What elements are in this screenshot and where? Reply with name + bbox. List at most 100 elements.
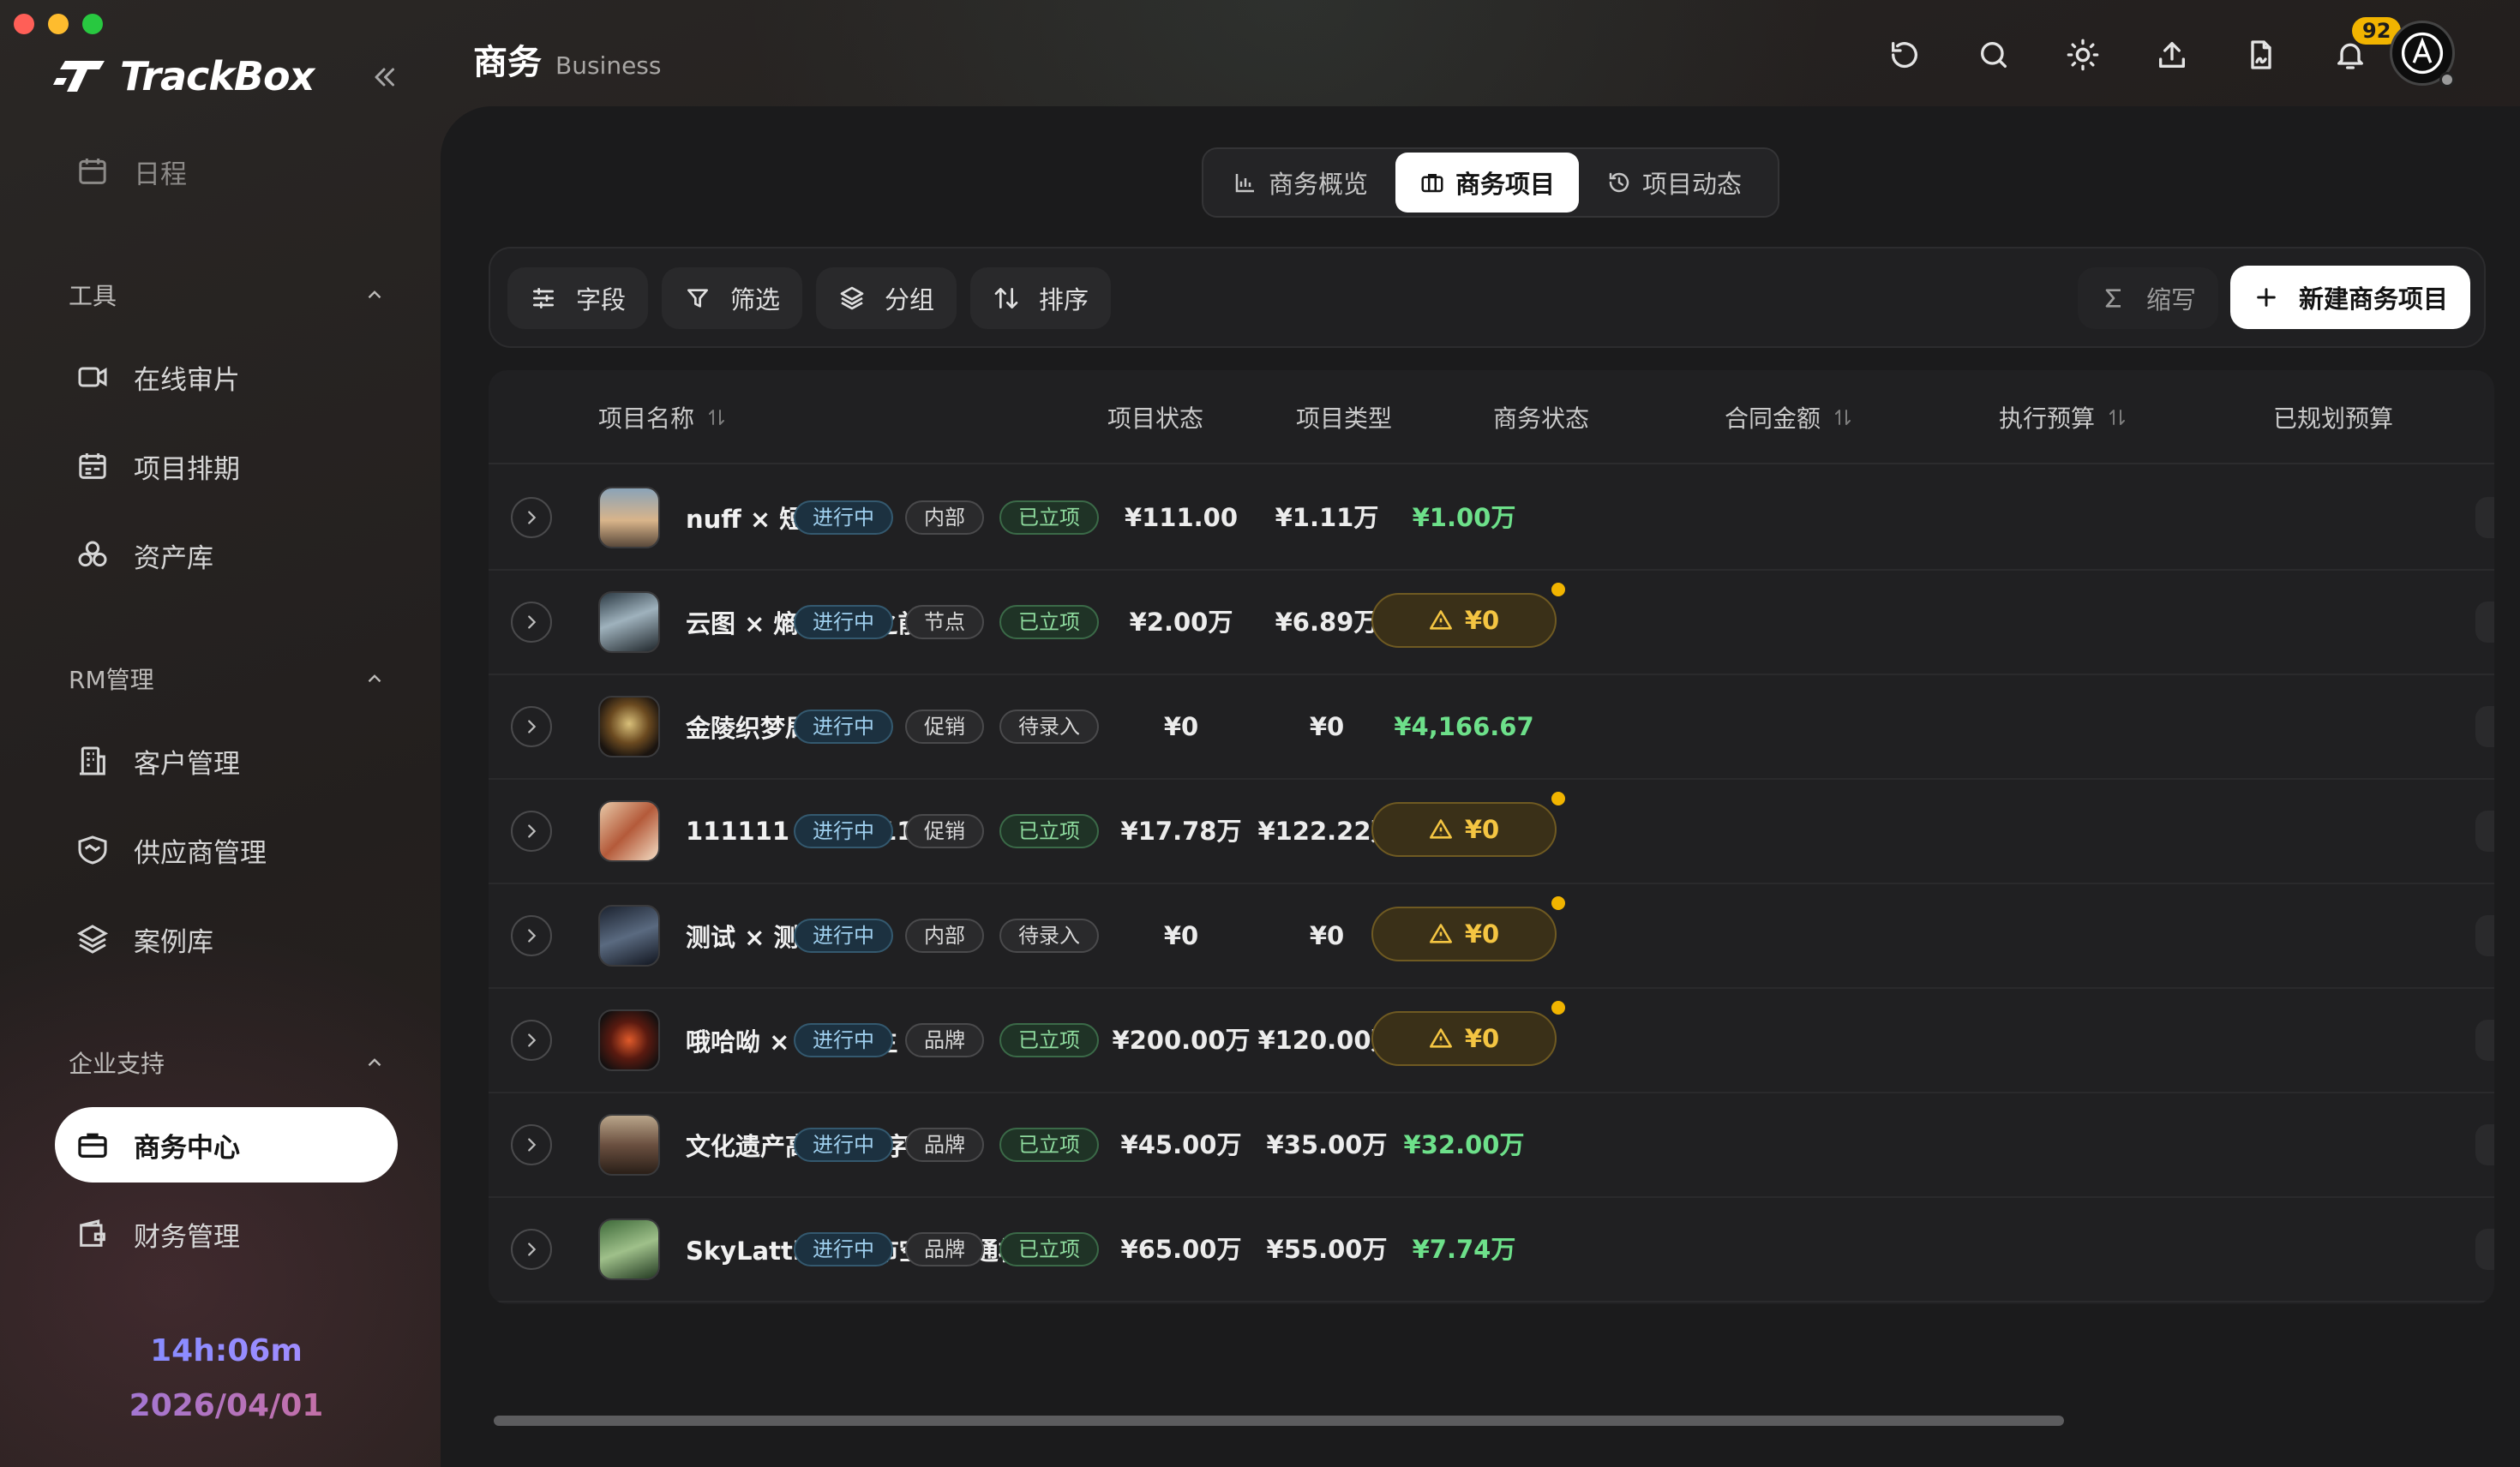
table-row[interactable]: 测试 × 测试 进行中 内部 待录入 ¥0 ¥0 ¥0 xyxy=(489,884,2494,989)
warning-icon xyxy=(1429,1028,1452,1048)
expand-row-button[interactable] xyxy=(511,915,552,956)
document-sign-button[interactable] xyxy=(2217,31,2306,79)
execution-budget: ¥0 xyxy=(1309,712,1345,741)
button-label: 排序 xyxy=(1039,285,1089,314)
expand-row-button[interactable] xyxy=(511,497,552,538)
tab-activity[interactable]: 项目动态 xyxy=(1582,153,1766,213)
type-badge: 促销 xyxy=(905,814,984,848)
type-badge: 品牌 xyxy=(905,1128,984,1162)
maximize-window-button[interactable] xyxy=(82,14,103,34)
planned-budget: ¥0 xyxy=(1464,606,1500,635)
horizontal-scrollbar[interactable] xyxy=(494,1416,2064,1426)
sun-icon xyxy=(2067,39,2099,71)
notifications-button[interactable]: 92 xyxy=(2306,17,2402,79)
main-panel: 商务概览 商务项目 项目动态 字段 筛选 分组 排序 缩写 新建商务项目 项目名… xyxy=(441,106,2520,1467)
planned-budget: ¥32.00万 xyxy=(1403,1130,1525,1159)
refresh-button[interactable] xyxy=(1860,31,1949,79)
minimize-window-button[interactable] xyxy=(48,14,69,34)
collapse-sidebar-icon[interactable] xyxy=(369,62,399,93)
planned-budget-warning[interactable]: ¥0 xyxy=(1371,802,1557,857)
type-badge: 内部 xyxy=(905,500,984,535)
theme-toggle-button[interactable] xyxy=(2038,31,2127,79)
column-label: 商务状态 xyxy=(1493,404,1590,433)
table-row[interactable]: 金陵织梦局 进行中 促销 待录入 ¥0 ¥0 ¥4,166.67 xyxy=(489,675,2494,780)
expand-row-button[interactable] xyxy=(511,1020,552,1061)
sidebar-item-label: 资产库 xyxy=(134,542,213,574)
section-tools-header[interactable]: 工具 xyxy=(69,278,386,312)
sidebar-item-label: 商务中心 xyxy=(134,1132,240,1164)
row-overflow-cell xyxy=(2475,1020,2494,1061)
group-button[interactable]: 分组 xyxy=(816,267,957,329)
project-name[interactable]: 金陵织梦局 xyxy=(686,675,810,778)
project-thumbnail xyxy=(598,487,660,548)
table-row[interactable]: nuff × 短片 进行中 内部 已立项 ¥111.00 ¥1.11万 ¥1.00万 xyxy=(489,466,2494,571)
close-window-button[interactable] xyxy=(14,14,34,34)
status-badge: 进行中 xyxy=(794,919,893,953)
sidebar-item-suppliers[interactable]: 供应商管理 xyxy=(55,812,398,888)
column-header-status: 项目状态 xyxy=(1107,370,1203,464)
expand-row-button[interactable] xyxy=(511,1229,552,1270)
filter-button[interactable]: 筛选 xyxy=(662,267,803,329)
briefcase-icon xyxy=(1421,174,1443,193)
sidebar-item-customers[interactable]: 客户管理 xyxy=(55,723,398,799)
table-toolbar: 字段 筛选 分组 排序 缩写 新建商务项目 xyxy=(489,247,2486,348)
planned-budget-warning[interactable]: ¥0 xyxy=(1371,907,1557,961)
table-row[interactable]: SkyLattice”城市空中交通枢纽进行中品牌已立项¥65.00万¥55.00… xyxy=(489,1198,2494,1302)
column-header-contract[interactable]: 合同金额 xyxy=(1725,370,1853,464)
section-rm-header[interactable]: RM管理 xyxy=(69,662,386,696)
sidebar-item-schedule[interactable]: 日程 xyxy=(55,134,398,209)
column-header-name[interactable]: 项目名称 xyxy=(598,370,727,464)
row-overflow-cell xyxy=(2475,497,2494,538)
fields-button[interactable]: 字段 xyxy=(507,267,649,329)
table-row[interactable]: 文化遗产高精度数字化进行中品牌已立项¥45.00万¥35.00万¥32.00万 xyxy=(489,1093,2494,1198)
sort-icon xyxy=(994,288,1018,308)
row-overflow-cell xyxy=(2475,1229,2494,1270)
chevron-right-icon xyxy=(528,1242,537,1256)
planned-budget: ¥4,166.67 xyxy=(1394,712,1534,741)
expand-row-button[interactable] xyxy=(511,811,552,852)
planned-budget-warning[interactable]: ¥0 xyxy=(1371,1011,1557,1066)
sidebar-item-finance[interactable]: 财务管理 xyxy=(55,1196,398,1272)
sidebar-item-assets[interactable]: 资产库 xyxy=(55,518,398,593)
project-thumbnail xyxy=(598,1114,660,1176)
row-overflow-cell xyxy=(2475,915,2494,956)
column-header-budget[interactable]: 执行预算 xyxy=(1999,370,2127,464)
abbreviate-button[interactable]: 缩写 xyxy=(2078,267,2219,329)
contract-amount: ¥200.00万 xyxy=(1112,1026,1251,1055)
sidebar-item-label: 项目排期 xyxy=(134,453,240,485)
button-label: 分组 xyxy=(885,285,935,314)
sidebar-item-online-review[interactable]: 在线审片 xyxy=(55,339,398,415)
expand-row-button[interactable] xyxy=(511,602,552,643)
table-row[interactable]: 111111 × 111111进行中促销已立项¥17.78万¥122.22万¥0 xyxy=(489,780,2494,884)
table-row[interactable]: 哦哈呦 × 浴火重生 进行中 品牌 已立项 ¥200.00万 ¥120.00万 ¥0 xyxy=(489,989,2494,1093)
sort-button[interactable]: 排序 xyxy=(970,267,1112,329)
execution-budget: ¥6.89万 xyxy=(1275,608,1379,637)
bar-chart-icon xyxy=(1235,174,1254,193)
sidebar-item-business-center[interactable]: 商务中心 xyxy=(55,1107,398,1183)
table-row[interactable]: 云图 × 熵增黎明之前进行中节点已立项¥2.00万¥6.89万¥0 xyxy=(489,571,2494,675)
planned-budget-warning[interactable]: ¥0 xyxy=(1371,593,1557,648)
execution-budget: ¥55.00万 xyxy=(1266,1235,1388,1264)
warning-icon xyxy=(1429,610,1452,630)
tab-overview[interactable]: 商务概览 xyxy=(1209,153,1392,213)
planned-budget: ¥0 xyxy=(1464,919,1500,949)
contract-amount: ¥65.00万 xyxy=(1120,1235,1242,1264)
expand-row-button[interactable] xyxy=(511,1124,552,1165)
upload-button[interactable] xyxy=(2127,31,2217,79)
new-business-project-button[interactable]: 新建商务项目 xyxy=(2230,266,2471,329)
app-logo[interactable]: TrackBox xyxy=(53,53,315,99)
sidebar-item-project-schedule[interactable]: 项目排期 xyxy=(55,428,398,504)
search-button[interactable] xyxy=(1949,31,2038,79)
expand-row-button[interactable] xyxy=(511,706,552,747)
planned-budget: ¥1.00万 xyxy=(1412,503,1516,532)
sort-icon xyxy=(1835,410,1851,425)
status-badge: 进行中 xyxy=(794,1128,893,1162)
button-label: 缩写 xyxy=(2146,285,2197,314)
tab-projects[interactable]: 商务项目 xyxy=(1395,153,1580,213)
section-enterprise-header[interactable]: 企业支持 xyxy=(69,1045,386,1080)
app-window: TrackBox 日程 工具 在线审片 项目排期 资产库 RM管理 客户管理 供… xyxy=(0,0,2520,1467)
planned-budget: ¥0 xyxy=(1464,815,1500,844)
type-badge: 内部 xyxy=(905,919,984,953)
sidebar-item-cases[interactable]: 案例库 xyxy=(55,901,398,977)
chevron-right-icon xyxy=(528,824,537,838)
